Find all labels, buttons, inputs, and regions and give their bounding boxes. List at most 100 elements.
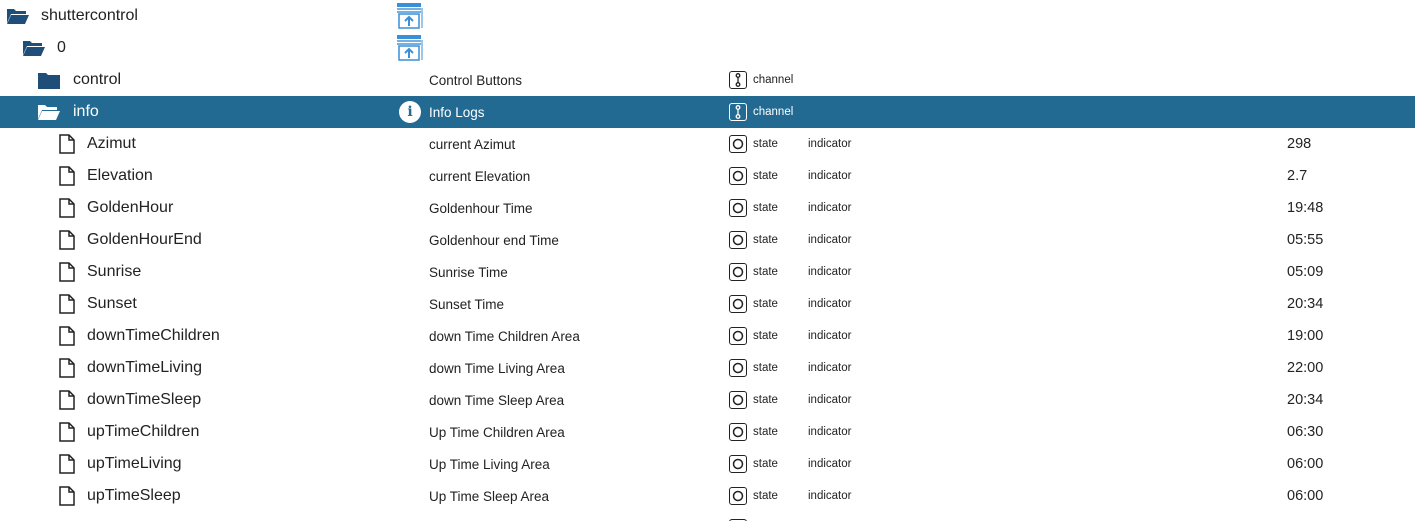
row-description: Goldenhour end Time <box>429 232 559 248</box>
tree-row-state[interactable]: upTimeSleep Up Time Sleep Area state indica… <box>0 480 1415 512</box>
row-role: indicator <box>808 426 852 438</box>
file-icon[interactable] <box>52 416 82 448</box>
type-cell: state <box>729 288 778 320</box>
row-value: 22:00 <box>1287 360 1324 376</box>
type-cell: channel <box>729 64 793 96</box>
channel-type-icon <box>729 71 747 89</box>
state-type-icon <box>729 295 747 313</box>
row-description: down Time Sleep Area <box>429 392 565 408</box>
row-name: shuttercontrol <box>41 7 138 24</box>
row-name: downTimeChildren <box>87 327 220 344</box>
row-value: 20:34 <box>1287 296 1324 312</box>
tree-row-channel-control[interactable]: control Control Buttons channel <box>0 64 1415 96</box>
row-role: indicator <box>808 330 852 342</box>
state-type-icon <box>729 487 747 505</box>
state-type-icon <box>729 135 747 153</box>
file-icon[interactable] <box>52 352 82 384</box>
type-label: state <box>753 458 778 470</box>
folder-closed-icon[interactable] <box>34 512 64 521</box>
folder-closed-icon[interactable] <box>34 64 64 96</box>
type-label: state <box>753 330 778 342</box>
tree-row-state[interactable]: downTimeSleep down Time Sleep Area state in… <box>0 384 1415 416</box>
row-role: indicator <box>808 138 852 150</box>
type-label: state <box>753 394 778 406</box>
tree-row-state[interactable]: Azimut current Azimut state indicator 298 <box>0 128 1415 160</box>
tree-row-partial[interactable] <box>0 512 1415 521</box>
type-cell: state <box>729 192 778 224</box>
row-description: Info Logs <box>429 104 485 120</box>
file-icon[interactable] <box>52 224 82 256</box>
object-tree: shuttercontrol 0 control Control Buttons cha… <box>0 0 1415 521</box>
type-cell <box>729 512 747 521</box>
state-type-icon <box>729 455 747 473</box>
file-icon[interactable] <box>52 256 82 288</box>
state-type-icon <box>729 391 747 409</box>
tree-row-channel-info[interactable]: info i Info Logs channel <box>0 96 1415 128</box>
shutter-adapter-icon <box>396 32 424 64</box>
row-description: Sunrise Time <box>429 264 508 280</box>
row-name: upTimeLiving <box>87 455 182 472</box>
type-cell: state <box>729 224 778 256</box>
file-icon[interactable] <box>52 288 82 320</box>
row-value: 06:30 <box>1287 424 1324 440</box>
row-name: Elevation <box>87 167 153 184</box>
file-icon[interactable] <box>52 384 82 416</box>
tree-row-state[interactable]: Elevation current Elevation state indicator… <box>0 160 1415 192</box>
type-cell: state <box>729 160 778 192</box>
row-name: upTimeSleep <box>87 487 181 504</box>
tree-row-state[interactable]: GoldenHourEnd Goldenhour end Time state ind… <box>0 224 1415 256</box>
state-type-icon <box>729 423 747 441</box>
folder-open-icon[interactable] <box>3 0 33 32</box>
row-value: 05:09 <box>1287 264 1324 280</box>
file-icon[interactable] <box>52 320 82 352</box>
shutter-adapter-icon <box>396 0 424 32</box>
row-role: indicator <box>808 458 852 470</box>
file-icon[interactable] <box>52 160 82 192</box>
row-role: indicator <box>808 490 852 502</box>
tree-row-state[interactable]: GoldenHour Goldenhour Time state indicator 1… <box>0 192 1415 224</box>
row-name: GoldenHourEnd <box>87 231 202 248</box>
file-icon[interactable] <box>52 192 82 224</box>
file-icon[interactable] <box>52 448 82 480</box>
folder-open-icon[interactable] <box>34 96 64 128</box>
type-label: state <box>753 170 778 182</box>
row-value: 19:48 <box>1287 200 1324 216</box>
row-role: indicator <box>808 298 852 310</box>
row-name: upTimeChildren <box>87 423 200 440</box>
type-label: state <box>753 266 778 278</box>
row-role: indicator <box>808 394 852 406</box>
file-icon[interactable] <box>52 128 82 160</box>
tree-row-state[interactable]: Sunrise Sunrise Time state indicator 05:09 <box>0 256 1415 288</box>
row-role: indicator <box>808 362 852 374</box>
tree-row-state[interactable]: upTimeChildren Up Time Children Area state… <box>0 416 1415 448</box>
row-name: Sunset <box>87 295 137 312</box>
row-description: down Time Children Area <box>429 328 580 344</box>
row-role: indicator <box>808 266 852 278</box>
row-description: current Azimut <box>429 136 516 152</box>
type-label: channel <box>753 74 794 86</box>
row-name: info <box>73 103 99 120</box>
state-type-icon <box>729 199 747 217</box>
type-cell: channel <box>729 96 793 128</box>
state-type-icon <box>729 167 747 185</box>
row-description: Goldenhour Time <box>429 200 533 216</box>
tree-row-adapter[interactable]: shuttercontrol <box>0 0 1415 32</box>
row-value: 298 <box>1287 136 1312 152</box>
file-icon[interactable] <box>52 480 82 512</box>
row-description: down Time Living Area <box>429 360 565 376</box>
row-role: indicator <box>808 234 852 246</box>
type-cell: state <box>729 384 778 416</box>
state-type-icon <box>729 327 747 345</box>
tree-row-state[interactable]: upTimeLiving Up Time Living Area state indi… <box>0 448 1415 480</box>
row-description: current Elevation <box>429 168 531 184</box>
type-label: state <box>753 138 778 150</box>
tree-row-state[interactable]: Sunset Sunset Time state indicator 20:34 <box>0 288 1415 320</box>
tree-row-state[interactable]: downTimeLiving down Time Living Area state… <box>0 352 1415 384</box>
type-label: channel <box>753 106 794 118</box>
folder-open-icon[interactable] <box>19 32 49 64</box>
row-description: Up Time Children Area <box>429 424 565 440</box>
row-value: 05:55 <box>1287 232 1324 248</box>
tree-row-instance[interactable]: 0 <box>0 32 1415 64</box>
tree-row-state[interactable]: downTimeChildren down Time Children Area s… <box>0 320 1415 352</box>
type-label: state <box>753 234 778 246</box>
